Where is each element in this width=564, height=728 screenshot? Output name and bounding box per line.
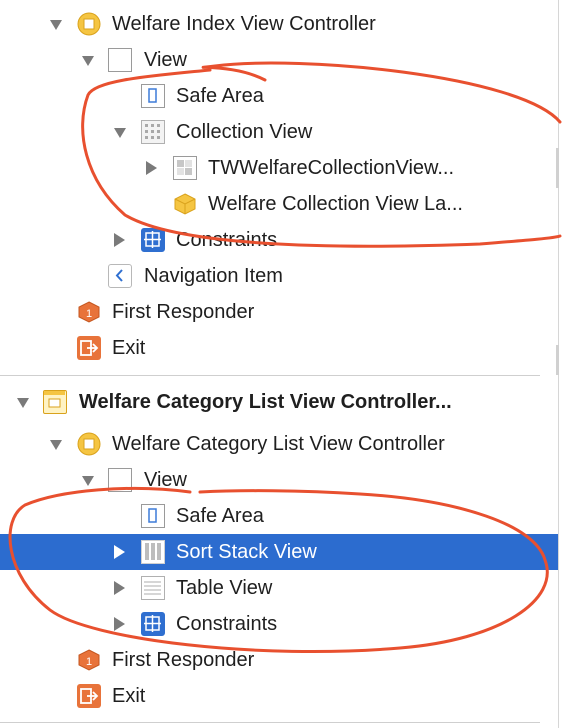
disclosure-right-icon[interactable] — [114, 545, 125, 559]
outline-row-scene-welfare-category-list[interactable]: Welfare Category List View Controller... — [0, 384, 558, 420]
constraints-icon — [141, 612, 165, 636]
outline-row-constraints[interactable]: Constraints — [0, 222, 558, 258]
outline-row-collection-cell[interactable]: TWWelfareCollectionView... — [0, 150, 558, 186]
exit-icon — [77, 336, 101, 360]
row-label: View — [144, 469, 187, 491]
collection-cell-icon — [173, 156, 197, 180]
table-view-icon — [141, 576, 165, 600]
disclosure-right-icon[interactable] — [114, 233, 125, 247]
outline-row-view[interactable]: View — [0, 42, 558, 78]
outline-row-collection-view[interactable]: Collection View — [0, 114, 558, 150]
row-label: Exit — [112, 337, 146, 359]
outline-row-welfare-category-list-view-controller[interactable]: Welfare Category List View Controller — [0, 426, 558, 462]
outline-row-safe-area[interactable]: Safe Area — [0, 498, 558, 534]
collection-view-icon — [141, 120, 165, 144]
row-label: First Responder — [112, 649, 255, 671]
outline-row-navigation-item[interactable]: Navigation Item — [0, 258, 558, 294]
outline-row-welfare-index-view-controller[interactable]: Welfare Index View Controller — [0, 6, 558, 42]
scene-separator — [0, 375, 540, 376]
row-label: TWWelfareCollectionView... — [208, 157, 455, 179]
disclosure-down-icon[interactable] — [50, 20, 62, 30]
row-label: Sort Stack View — [176, 541, 317, 563]
disclosure-right-icon[interactable] — [114, 581, 125, 595]
view-controller-icon — [77, 432, 101, 456]
safe-area-icon — [141, 84, 165, 108]
row-label: Safe Area — [176, 505, 264, 527]
outline-row-constraints[interactable]: Constraints — [0, 606, 558, 642]
row-label: Constraints — [176, 229, 278, 251]
scene-icon — [43, 390, 67, 414]
constraints-icon — [141, 228, 165, 252]
row-label: Welfare Category List View Controller... — [79, 391, 452, 413]
outline-row-first-responder[interactable]: 1 First Responder — [0, 294, 558, 330]
outline-row-safe-area[interactable]: Safe Area — [0, 78, 558, 114]
view-icon — [108, 468, 132, 492]
row-label: Table View — [176, 577, 273, 599]
outline-row-exit[interactable]: Exit — [0, 678, 558, 714]
disclosure-down-icon[interactable] — [50, 440, 62, 450]
svg-text:1: 1 — [86, 308, 92, 320]
navigation-item-icon — [108, 264, 132, 288]
row-label: Constraints — [176, 613, 278, 635]
disclosure-down-icon[interactable] — [82, 476, 94, 486]
outline-row-exit[interactable]: Exit — [0, 330, 558, 366]
row-label: Safe Area — [176, 85, 264, 107]
row-label: Welfare Collection View La... — [208, 193, 463, 215]
disclosure-down-icon[interactable] — [82, 56, 94, 66]
row-label: Collection View — [176, 121, 313, 143]
outline-row-sort-stack-view[interactable]: Sort Stack View — [0, 534, 558, 570]
view-controller-icon — [77, 12, 101, 36]
disclosure-right-icon[interactable] — [146, 161, 157, 175]
view-icon — [108, 48, 132, 72]
outline-row-collection-layout[interactable]: Welfare Collection View La... — [0, 186, 558, 222]
outline-row-view[interactable]: View — [0, 462, 558, 498]
layout-object-icon — [173, 192, 197, 216]
svg-text:1: 1 — [86, 656, 92, 668]
first-responder-icon: 1 — [77, 300, 101, 324]
stack-view-icon — [141, 540, 165, 564]
disclosure-right-icon[interactable] — [114, 617, 125, 631]
outline-row-first-responder[interactable]: 1 First Responder — [0, 642, 558, 678]
row-label: First Responder — [112, 301, 255, 323]
row-label: Welfare Index View Controller — [112, 13, 376, 35]
disclosure-down-icon[interactable] — [17, 398, 29, 408]
row-label: Navigation Item — [144, 265, 283, 287]
row-label: Welfare Category List View Controller — [112, 433, 445, 455]
safe-area-icon — [141, 504, 165, 528]
disclosure-down-icon[interactable] — [114, 128, 126, 138]
exit-icon — [77, 684, 101, 708]
outline-row-table-view[interactable]: Table View — [0, 570, 558, 606]
scene-separator — [0, 722, 540, 723]
row-label: View — [144, 49, 187, 71]
first-responder-icon: 1 — [77, 648, 101, 672]
row-label: Exit — [112, 685, 146, 707]
